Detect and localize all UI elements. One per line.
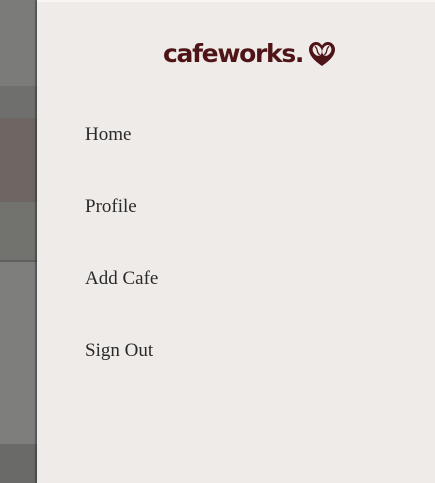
nav-item-label: Profile [85, 196, 137, 217]
nav-item-sign-out[interactable]: Sign Out [85, 336, 158, 408]
navigation-drawer: cafeworks. Home Profile Add Cafe Sign Ou… [37, 0, 435, 483]
drawer-top-strip [37, 0, 435, 2]
backdrop-band [0, 444, 37, 483]
backdrop-band [0, 118, 37, 202]
nav-item-profile[interactable]: Profile [85, 192, 158, 264]
nav-item-add-cafe[interactable]: Add Cafe [85, 264, 158, 336]
nav-item-home[interactable]: Home [85, 120, 158, 192]
nav-item-label: Add Cafe [85, 268, 159, 289]
nav-item-label: Home [85, 124, 132, 145]
brand-logo[interactable]: cafeworks. [163, 36, 337, 72]
coffee-bean-heart-icon [309, 42, 336, 66]
nav-item-label: Sign Out [85, 340, 154, 361]
brand-name: cafeworks. [163, 39, 304, 68]
app-screen: cafeworks. Home Profile Add Cafe Sign Ou… [0, 0, 435, 483]
backdrop-band [0, 202, 37, 260]
drawer-overlay[interactable] [0, 0, 37, 483]
backdrop-band [0, 262, 37, 444]
backdrop-band [0, 0, 37, 86]
nav-menu: Home Profile Add Cafe Sign Out [85, 120, 158, 408]
backdrop-band [0, 86, 37, 118]
